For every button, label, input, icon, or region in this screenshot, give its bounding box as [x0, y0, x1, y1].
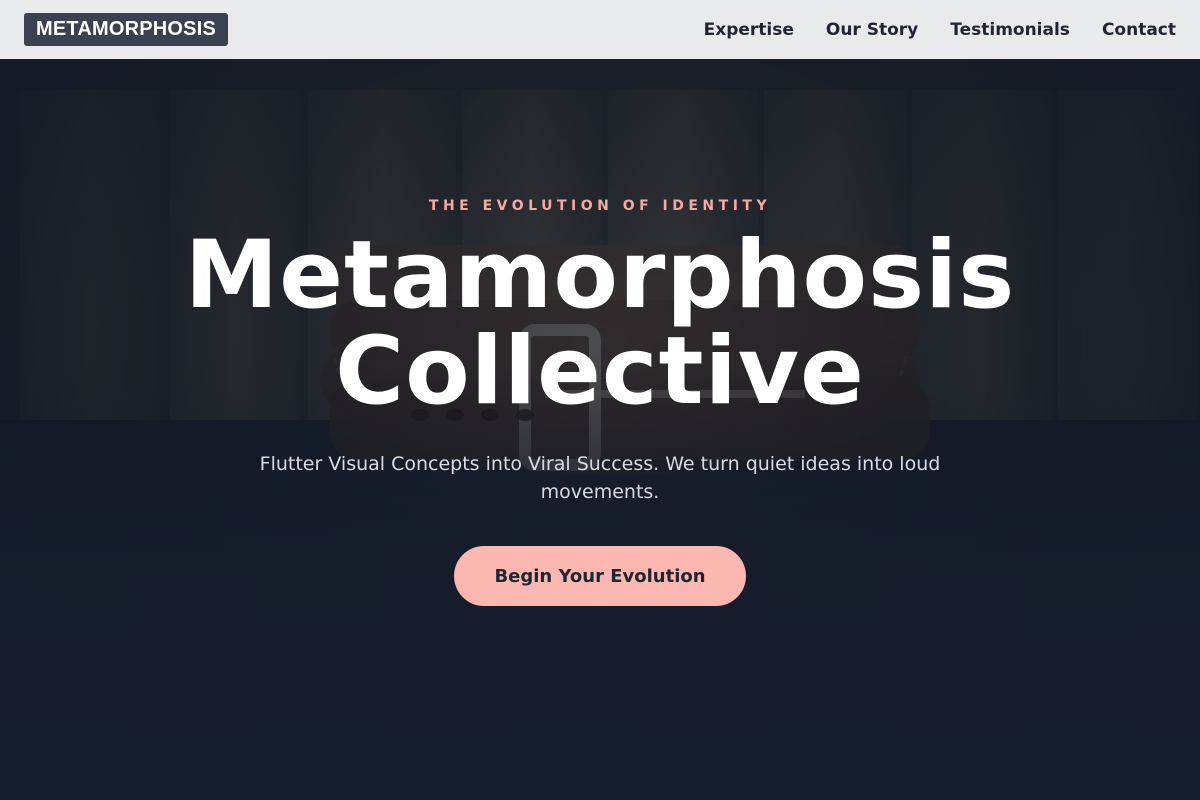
hero-title-line-1: Metamorphosis [184, 221, 1016, 330]
nav-link-expertise[interactable]: Expertise [704, 20, 794, 40]
hero-section: THE EVOLUTION OF IDENTITY Metamorphosis … [0, 60, 1200, 800]
nav-link-our-story[interactable]: Our Story [826, 20, 918, 40]
nav-link-contact[interactable]: Contact [1102, 20, 1176, 40]
hero-content: THE EVOLUTION OF IDENTITY Metamorphosis … [0, 60, 1200, 800]
nav-link-testimonials[interactable]: Testimonials [950, 20, 1070, 40]
top-navbar: METAMORPHOSIS Expertise Our Story Testim… [0, 0, 1200, 60]
hero-title-line-2: Collective [335, 317, 865, 426]
hero-eyebrow: THE EVOLUTION OF IDENTITY [428, 198, 772, 214]
nav-links: Expertise Our Story Testimonials Contact [704, 20, 1176, 40]
hero-subtitle: Flutter Visual Concepts into Viral Succe… [259, 453, 941, 503]
hero-title: Metamorphosis Collective [0, 228, 1200, 420]
brand-logo[interactable]: METAMORPHOSIS [24, 13, 229, 46]
begin-evolution-button[interactable]: Begin Your Evolution [454, 546, 746, 606]
